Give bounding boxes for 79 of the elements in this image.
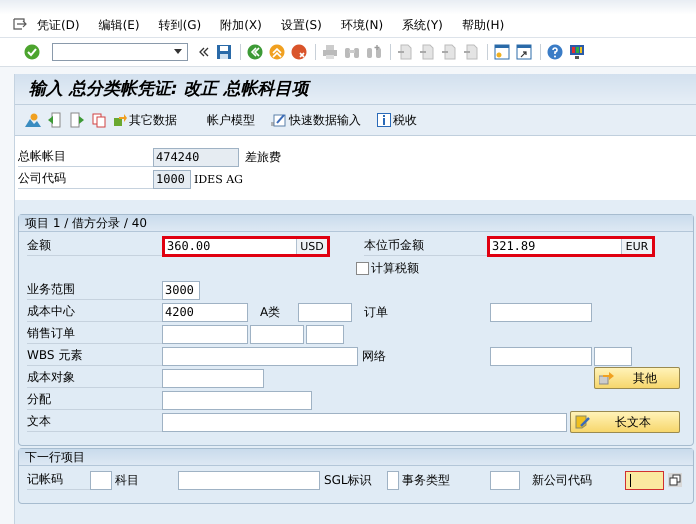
up-icon[interactable] [269,44,285,60]
value-help-icon[interactable] [668,473,682,487]
menu-icon[interactable] [13,18,27,30]
toolbar-button[interactable]: 快速数据输入 [271,112,361,128]
menu-item[interactable]: 帮助(H) [462,17,504,33]
input-field[interactable]: 1000 [153,170,191,188]
input-field[interactable]: 474240 [153,148,239,166]
page-left-icon[interactable] [47,112,63,128]
menu-item[interactable]: 凭证(D) [37,17,80,33]
field-label: 科目 [115,472,140,488]
toolbar-button[interactable]: 税收 [377,112,417,128]
mountain-icon[interactable] [25,112,41,128]
checkbox[interactable] [356,262,369,274]
new-window-icon[interactable] [494,44,510,60]
field-label: 订单 [364,304,389,320]
save-icon[interactable] [216,44,232,60]
input-field[interactable] [298,302,352,322]
command-field[interactable] [52,43,188,61]
input-field[interactable]: 3000 [162,280,200,300]
checkbox-label: 计算税额 [371,260,419,276]
field-label: 新公司代码 [532,472,593,488]
note-pencil-icon [575,415,591,429]
back-icon[interactable] [247,44,263,60]
check-icon[interactable] [24,44,40,60]
menu-item[interactable]: 系统(Y) [402,17,443,33]
input-field[interactable] [490,470,520,490]
print-icon[interactable] [322,44,338,60]
input-field[interactable]: 4200 [162,302,248,322]
shortcut-icon[interactable] [516,44,532,60]
input-field[interactable] [306,324,344,344]
input-field[interactable] [90,470,112,490]
input-field[interactable] [250,324,304,344]
field-label: A类 [260,304,282,320]
menu-item[interactable]: 环境(N) [340,17,384,33]
field-label: 网络 [362,348,387,364]
info-icon [377,113,391,127]
toolbar-button[interactable]: 帐户模型 [207,112,255,128]
input-field[interactable] [162,368,264,388]
input-field[interactable] [625,470,664,490]
double-chevron-icon[interactable] [198,46,210,58]
menu-item[interactable]: 附加(X) [220,17,262,33]
input-field[interactable] [490,346,592,366]
amount-field[interactable]: 321.89 EUR [487,236,655,256]
page-right-icon[interactable] [69,112,85,128]
monitor-icon[interactable] [569,44,585,60]
page-icon[interactable] [441,44,457,60]
amount-field[interactable]: 360.00 USD [162,236,330,256]
toolbar-button[interactable]: 其它数据 [113,112,177,128]
menu-item[interactable]: 转到(G) [158,17,202,33]
page-icon[interactable] [419,44,435,60]
input-field[interactable] [162,390,312,410]
input-field[interactable] [162,412,567,432]
help-icon[interactable] [547,44,563,60]
input-field[interactable] [162,346,358,366]
cancel-icon[interactable] [291,44,307,60]
edit-icon [271,113,287,127]
screen-title: 输入 总分类帐凭证: 改正 总帐科目项 [15,74,696,105]
description-text: 差旅费 [245,148,281,166]
binoculars-plus-icon[interactable] [366,44,382,60]
menu-item[interactable]: 设置(S) [280,17,322,33]
menu-item[interactable]: 编辑(E) [98,17,140,33]
input-field[interactable] [594,346,632,366]
input-field[interactable] [178,470,320,490]
input-field[interactable] [490,302,592,322]
long-text-button[interactable]: 长文本 [570,411,680,433]
field-label: 事务类型 [402,472,451,488]
page-icon[interactable] [463,44,479,60]
field-label: SGL标识 [324,472,373,488]
description-text: IDES AG [194,172,243,186]
copy-icon[interactable] [91,112,107,128]
input-field[interactable] [162,324,248,344]
input-field[interactable] [387,470,399,490]
dropdown-icon[interactable] [173,49,183,55]
other-button[interactable]: 其他 [594,367,680,389]
arrow-icon [599,371,615,385]
arrow-icon [113,113,127,127]
page-icon[interactable] [397,44,413,60]
group-title: 项目 1 / 借方分录 / 40 [19,215,693,232]
group-title: 下一行项目 [19,449,693,466]
